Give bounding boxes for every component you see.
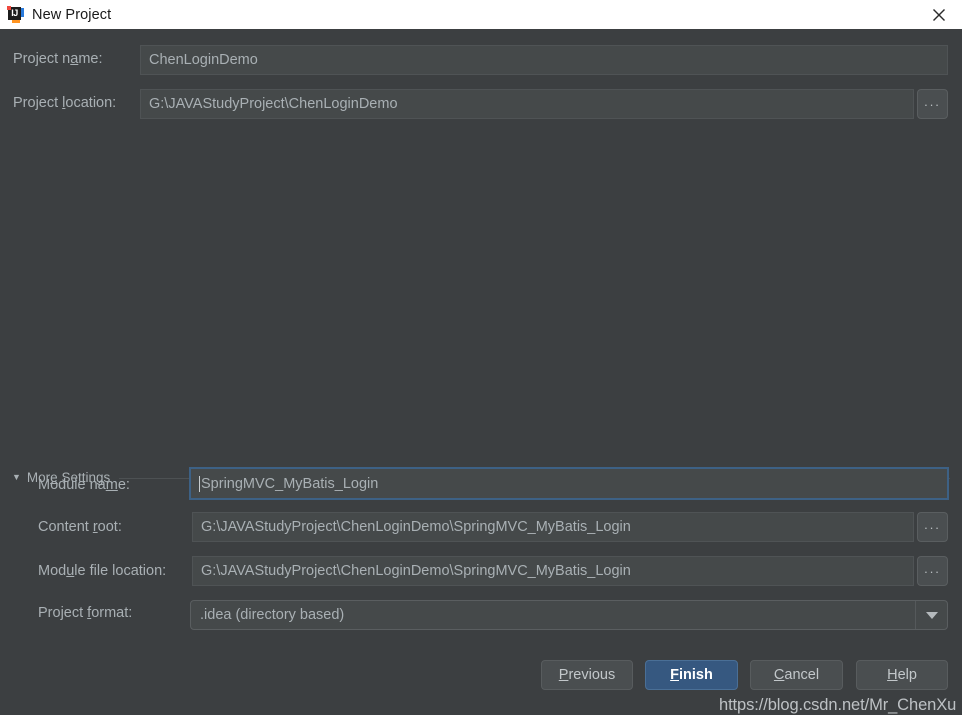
project-location-browse-button[interactable]: ... [917,89,948,119]
previous-button[interactable]: Previous [541,660,633,690]
title-bar: IJ New Project [0,0,962,29]
module-file-location-label: Module file location: [38,563,167,579]
ellipsis-icon: ... [924,517,941,532]
ellipsis-icon: ... [924,94,941,109]
text-caret [199,475,200,492]
module-name-value: SpringMVC_MyBatis_Login [201,475,379,492]
module-name-label: Module name: [38,477,130,493]
project-format-value: .idea (directory based) [200,607,345,623]
project-location-label: Project location: [13,95,117,111]
chevron-down-icon[interactable] [915,601,947,629]
module-name-input[interactable]: SpringMVC_MyBatis_Login [189,467,949,500]
project-location-input[interactable]: G:\JAVAStudyProject\ChenLoginDemo [140,89,914,119]
new-project-dialog: Project name: ChenLoginDemo Project loca… [0,29,962,714]
close-icon[interactable] [916,0,962,29]
content-root-input[interactable]: G:\JAVAStudyProject\ChenLoginDemo\Spring… [192,512,914,542]
intellij-idea-icon: IJ [7,6,24,23]
project-name-label: Project name: [13,51,103,67]
watermark-text: https://blog.csdn.net/Mr_ChenXu [719,696,957,714]
module-file-location-input[interactable]: G:\JAVAStudyProject\ChenLoginDemo\Spring… [192,556,914,586]
module-file-location-browse-button[interactable]: ... [917,556,948,586]
content-root-label: Content root: [38,519,122,535]
app-icon-letters: IJ [11,8,18,18]
project-name-input[interactable]: ChenLoginDemo [140,45,948,75]
project-format-select[interactable]: .idea (directory based) [190,600,948,630]
cancel-button[interactable]: Cancel [750,660,843,690]
chevron-down-icon: ▼ [12,472,21,482]
help-button[interactable]: Help [856,660,948,690]
content-root-browse-button[interactable]: ... [917,512,948,542]
window-title: New Project [32,6,112,23]
ellipsis-icon: ... [924,561,941,576]
content-root-value: G:\JAVAStudyProject\ChenLoginDemo\Spring… [201,519,631,535]
module-file-location-value: G:\JAVAStudyProject\ChenLoginDemo\Spring… [201,563,631,579]
project-location-value: G:\JAVAStudyProject\ChenLoginDemo [149,96,398,112]
project-format-label: Project format: [38,605,133,621]
finish-button[interactable]: Finish [645,660,738,690]
project-name-value: ChenLoginDemo [149,52,258,68]
